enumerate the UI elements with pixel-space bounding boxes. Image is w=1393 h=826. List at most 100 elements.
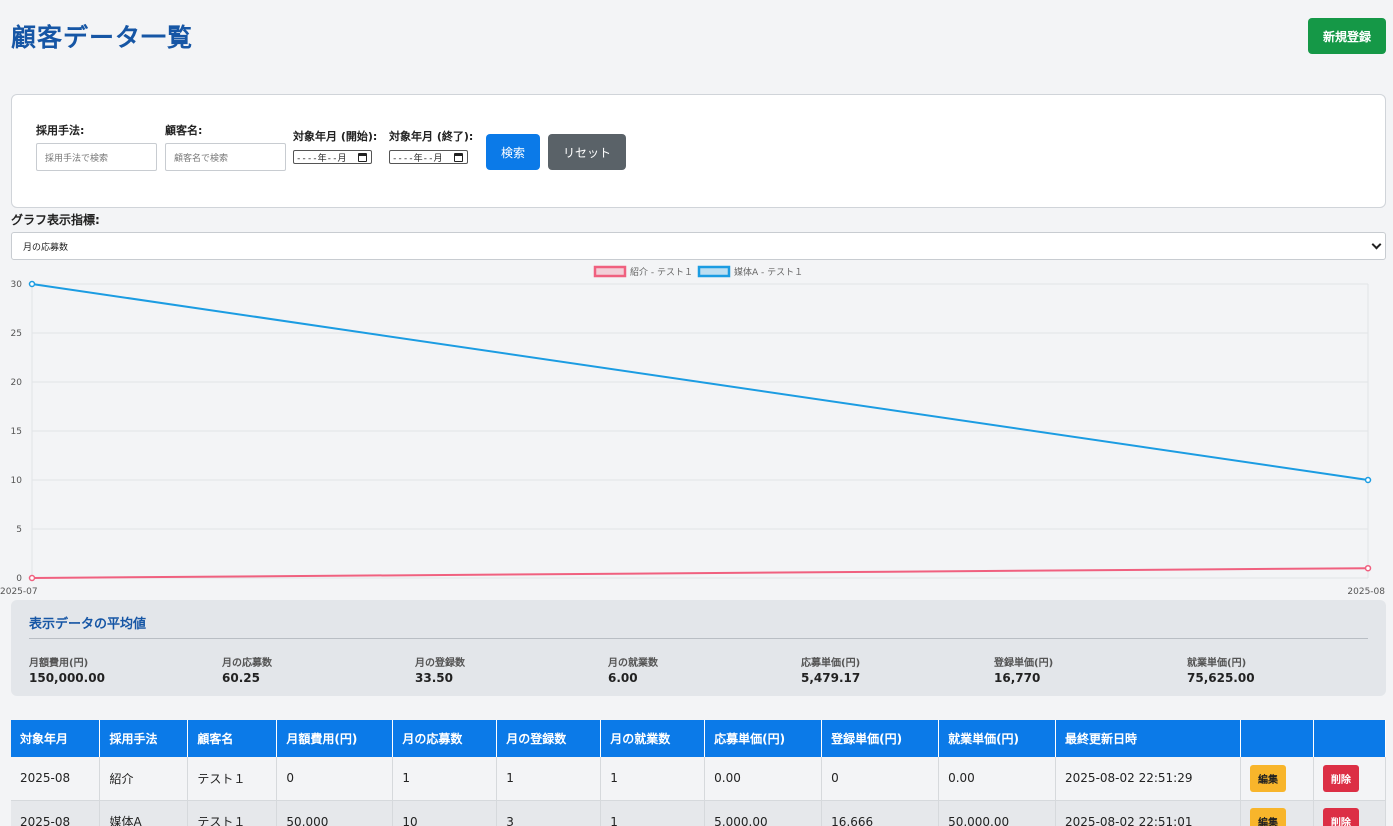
average-label: 就業単価(円) <box>1187 658 1247 669</box>
end-month-value: ----年--月 <box>392 153 443 164</box>
start-month-label: 対象年月 (開始): <box>293 130 378 143</box>
calendar-icon[interactable] <box>358 153 367 162</box>
table-cell: 16,666 <box>821 800 940 826</box>
legend-label[interactable]: 紹介 - テスト１ <box>630 266 693 278</box>
table-cell: 削除 <box>1313 757 1387 801</box>
average-value: 60.25 <box>222 671 260 685</box>
average-item: 月の登録数 33.50 <box>415 654 595 685</box>
edit-button[interactable]: 編集 <box>1249 808 1286 826</box>
table-cell: 0 <box>276 757 394 801</box>
table-cell: 2025-08-02 22:51:29 <box>1055 757 1241 801</box>
line-chart: 0 5 10 15 20 25 30 2025-07 2025-08 紹介 - テスト１ 媒体A … <box>0 265 1385 597</box>
table-cell: 1 <box>600 757 706 801</box>
series-line <box>31 567 1369 579</box>
average-item: 就業単価(円) 75,625.00 <box>1187 654 1367 685</box>
reset-button[interactable]: リセット <box>548 134 626 170</box>
table-cell: 3 <box>496 800 602 826</box>
x-tick-label: 2025-07 <box>0 587 38 597</box>
column-header: 応募単価(円) <box>704 720 823 757</box>
average-item: 応募単価(円) 5,479.17 <box>801 654 981 685</box>
start-month-input[interactable]: ----年--月 <box>293 150 372 164</box>
average-value: 16,770 <box>994 671 1041 685</box>
table-cell: 10 <box>392 800 498 826</box>
end-month-input[interactable]: ----年--月 <box>389 150 468 164</box>
averages-title: 表示データの平均値 <box>29 617 147 632</box>
y-tick-label: 5 <box>16 525 22 535</box>
y-tick-label: 10 <box>11 476 23 486</box>
delete-button[interactable]: 削除 <box>1322 808 1359 826</box>
table-cell: 0.00 <box>704 757 823 801</box>
column-header: 対象年月 <box>11 720 101 757</box>
column-header: 月の応募数 <box>392 720 498 757</box>
column-header: 就業単価(円) <box>938 720 1057 757</box>
column-header: 月の登録数 <box>496 720 602 757</box>
method-search-input[interactable]: 採用手法で検索 <box>36 143 157 171</box>
average-item: 月の就業数 6.00 <box>608 654 788 685</box>
average-label: 月の登録数 <box>415 658 465 669</box>
table-cell: 1 <box>600 800 706 826</box>
x-tick-label: 2025-08 <box>1347 587 1385 597</box>
calendar-icon[interactable] <box>454 153 463 162</box>
y-tick-label: 25 <box>11 329 22 339</box>
average-label: 月の就業数 <box>608 658 658 669</box>
average-value: 33.50 <box>415 671 453 685</box>
average-value: 75,625.00 <box>1187 671 1255 685</box>
y-tick-label: 20 <box>11 378 23 388</box>
divider <box>29 638 1368 639</box>
column-header: 最終更新日時 <box>1055 720 1241 757</box>
legend-label[interactable]: 媒体A - テスト１ <box>734 266 803 278</box>
metric-label: グラフ表示指標: <box>11 213 100 227</box>
data-table: 対象年月 採用手法 顧客名 月額費用(円) 月の応募数 月の登録数 月の就業数 応募単価(円)… <box>11 720 1387 826</box>
start-month-value: ----年--月 <box>296 153 347 164</box>
table-cell: テスト１ <box>187 757 278 801</box>
table-cell: 削除 <box>1313 800 1387 826</box>
average-label: 月額費用(円) <box>29 658 89 669</box>
table-cell: 0 <box>821 757 940 801</box>
column-header: 月額費用(円) <box>276 720 394 757</box>
chevron-down-icon <box>1371 239 1382 250</box>
data-point[interactable] <box>1364 476 1372 484</box>
data-point[interactable] <box>28 280 36 288</box>
column-header: 月の就業数 <box>600 720 706 757</box>
edit-button[interactable]: 編集 <box>1249 764 1286 792</box>
average-item: 登録単価(円) 16,770 <box>994 654 1174 685</box>
y-tick-label: 15 <box>11 427 22 437</box>
metric-selected-value: 月の応募数 <box>23 242 69 253</box>
table-row: 2025-08 媒体A テスト１ 50,000 10 3 1 5,000.00 16,666 50… <box>11 800 1387 826</box>
y-tick-label: 30 <box>11 280 23 290</box>
search-button[interactable]: 検索 <box>486 134 540 170</box>
table-cell: 2025-08-02 22:51:01 <box>1055 800 1241 826</box>
table-cell: 媒体A <box>99 800 189 826</box>
average-item: 月の応募数 60.25 <box>222 654 402 685</box>
metric-select[interactable]: 月の応募数 <box>11 232 1386 260</box>
average-item: 月額費用(円) 150,000.00 <box>29 654 209 685</box>
averages-panel: 表示データの平均値 月額費用(円) 150,000.00 月の応募数 60.25 月の登… <box>11 600 1386 696</box>
name-search-input[interactable]: 顧客名で検索 <box>165 143 286 171</box>
table-cell: 紹介 <box>99 757 189 801</box>
table-cell: 50,000 <box>276 800 394 826</box>
data-point[interactable] <box>1364 564 1372 572</box>
column-header: 採用手法 <box>99 720 189 757</box>
table-cell: 編集 <box>1240 800 1314 826</box>
end-month-label: 対象年月 (終了): <box>389 130 474 143</box>
new-registration-button[interactable]: 新規登録 <box>1308 18 1386 54</box>
table-cell: テスト１ <box>187 800 278 826</box>
method-label: 採用手法: <box>36 124 85 137</box>
page-title: 顧客データ一覧 <box>11 23 194 52</box>
column-header <box>1313 720 1387 757</box>
table-cell: 2025-08 <box>11 757 101 801</box>
column-header: 顧客名 <box>187 720 278 757</box>
average-label: 登録単価(円) <box>994 658 1054 669</box>
data-point[interactable] <box>28 574 36 582</box>
y-tick-label: 0 <box>16 574 22 584</box>
table-cell: 1 <box>496 757 602 801</box>
search-panel: 採用手法: 採用手法で検索 顧客名: 顧客名で検索 対象年月 (開始): ---… <box>11 94 1386 208</box>
table-cell: 1 <box>392 757 498 801</box>
legend-swatch[interactable] <box>593 265 627 278</box>
average-value: 6.00 <box>608 671 638 685</box>
legend-swatch[interactable] <box>697 265 731 278</box>
average-value: 150,000.00 <box>29 671 105 685</box>
average-label: 応募単価(円) <box>801 658 861 669</box>
delete-button[interactable]: 削除 <box>1322 764 1359 792</box>
average-value: 5,479.17 <box>801 671 861 685</box>
